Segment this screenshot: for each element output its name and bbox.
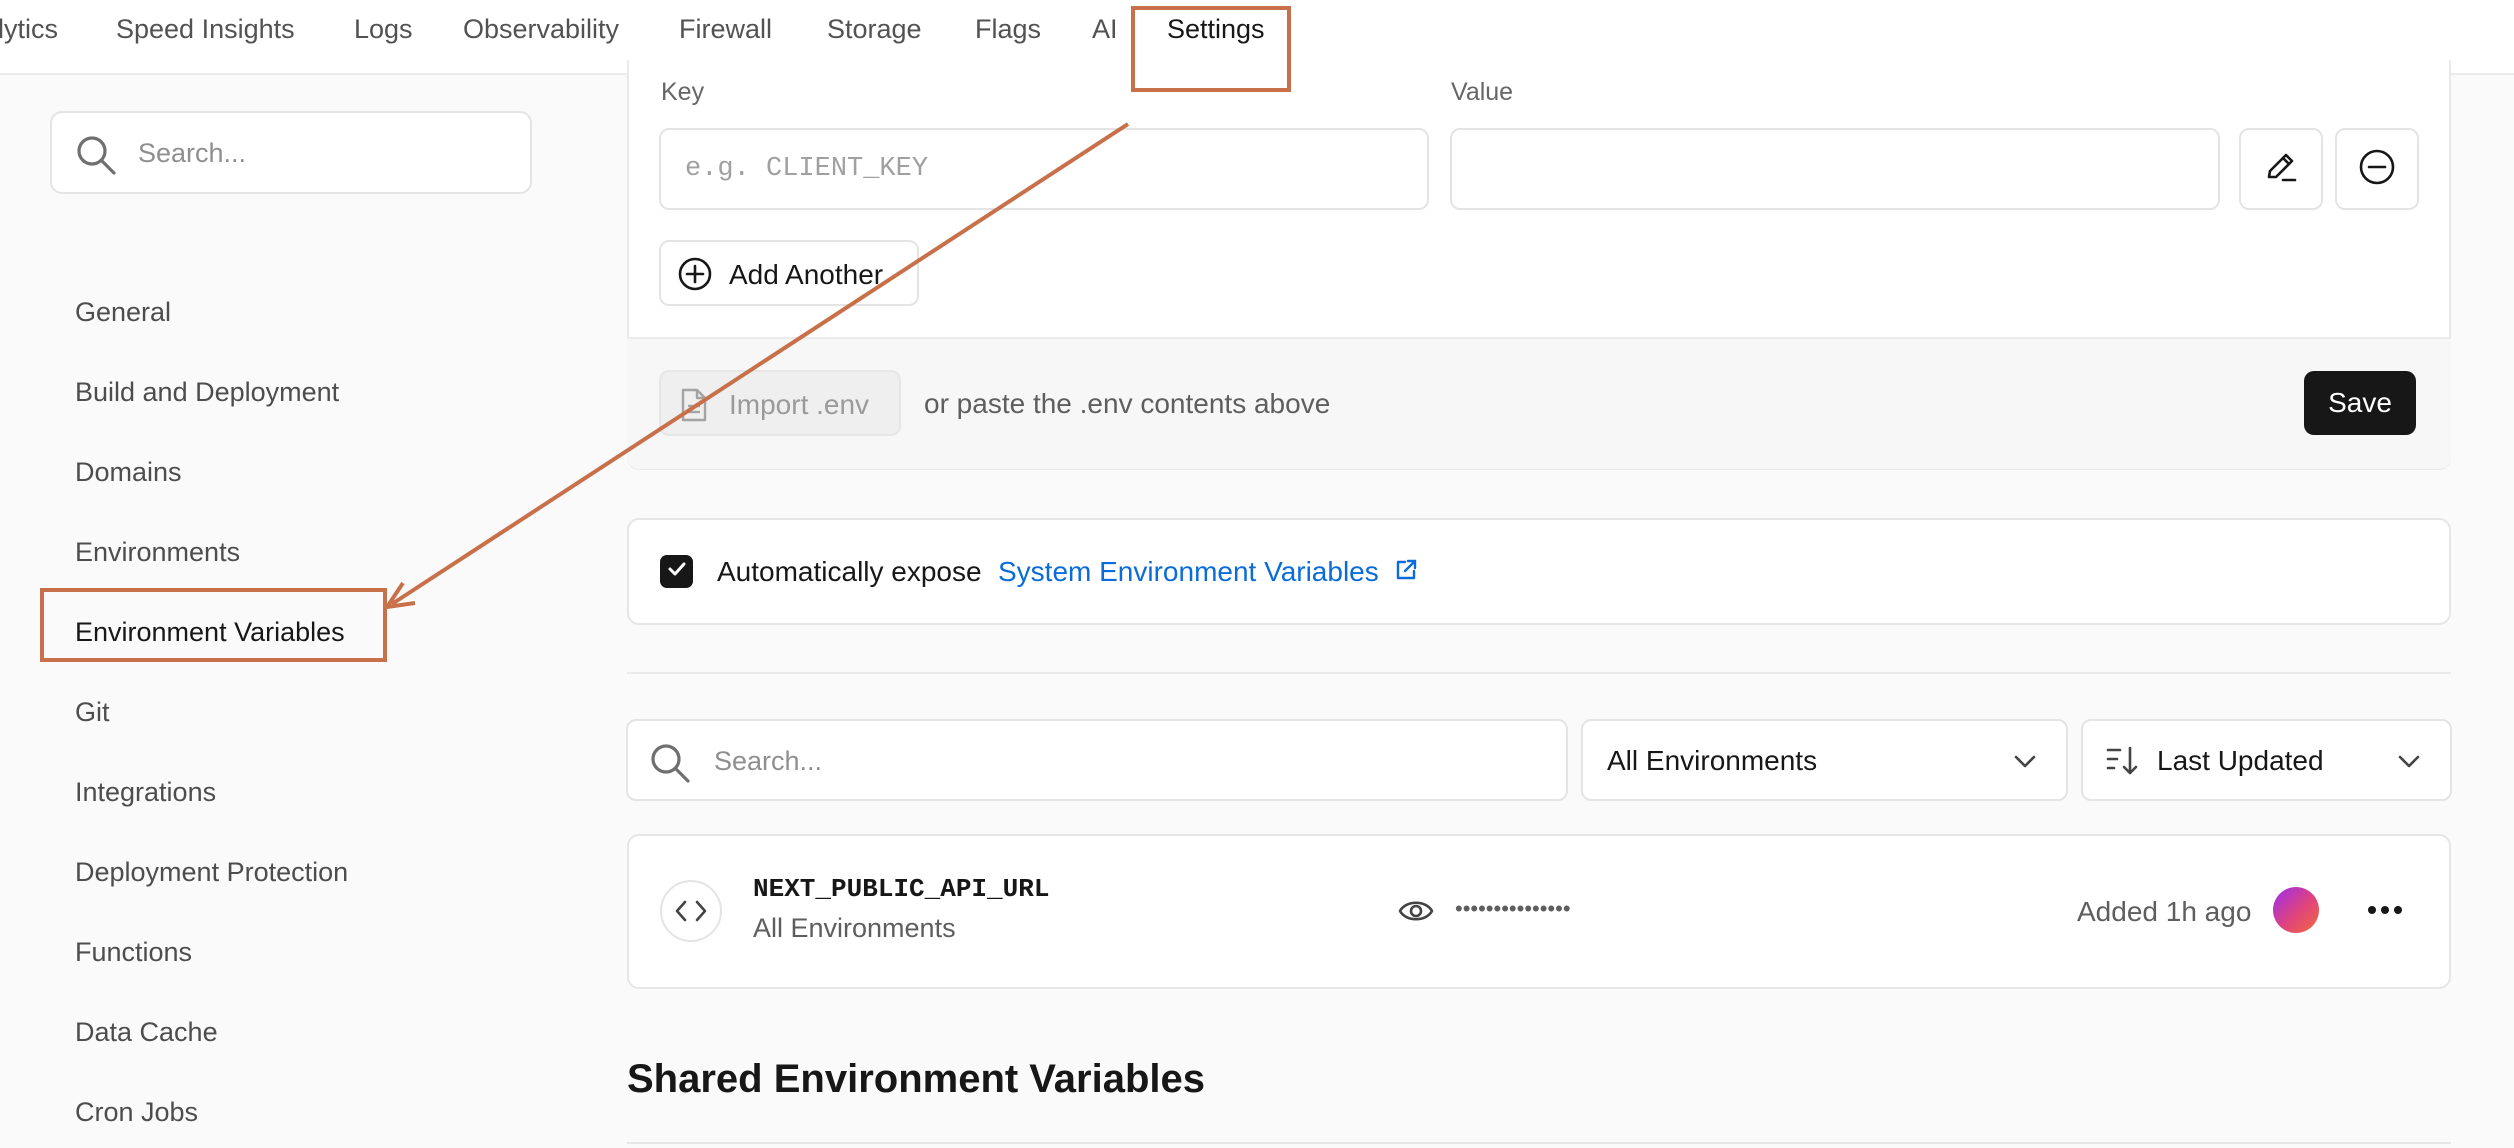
environment-filter-value: All Environments <box>1607 745 1818 776</box>
annotation-arrow-head <box>385 581 416 609</box>
more-horizontal-icon <box>2367 902 2403 920</box>
tab-flags[interactable]: Flags <box>975 14 1041 45</box>
sort-select[interactable]: Last Updated <box>2081 719 2452 801</box>
key-label: Key <box>661 78 705 106</box>
shared-env-vars-heading: Shared Environment Variables <box>627 1057 1205 1101</box>
tab-firewall[interactable]: Firewall <box>679 14 772 45</box>
masked-value: ••••••••••••••• <box>1455 896 1571 921</box>
sidebar-item-data-cache[interactable]: Data Cache <box>75 1017 218 1048</box>
value-field <box>1450 128 2220 210</box>
file-icon <box>677 387 711 428</box>
more-options-button[interactable] <box>2362 888 2408 934</box>
sidebar-item-functions[interactable]: Functions <box>75 937 192 968</box>
check-icon <box>666 558 688 585</box>
external-link-icon[interactable] <box>1394 558 1418 587</box>
add-another-button[interactable]: Add Another <box>659 240 919 306</box>
system-env-vars-link[interactable]: System Environment Variables <box>998 556 1379 588</box>
sidebar-search-input[interactable] <box>138 131 508 175</box>
import-env-button[interactable]: Import .env <box>659 370 901 436</box>
value-label: Value <box>1451 78 1514 106</box>
sidebar-item-environment-variables[interactable]: Environment Variables <box>75 617 345 648</box>
tab-storage[interactable]: Storage <box>827 14 922 45</box>
sidebar-item-deployment-protection[interactable]: Deployment Protection <box>75 857 348 888</box>
variable-name[interactable]: NEXT_PUBLIC_API_URL <box>753 874 1049 904</box>
plus-circle-icon <box>677 256 713 297</box>
code-icon <box>660 880 722 942</box>
sidebar-item-git[interactable]: Git <box>75 697 110 728</box>
remove-button[interactable] <box>2335 128 2419 210</box>
variable-environments: All Environments <box>753 913 956 943</box>
edit-button[interactable] <box>2239 128 2323 210</box>
key-input[interactable] <box>661 130 1427 208</box>
pencil-icon <box>2261 147 2301 192</box>
tab-analytics[interactable]: lytics <box>0 14 58 45</box>
search-icon <box>648 741 692 790</box>
expose-label: Automatically expose <box>717 556 982 587</box>
tab-speed-insights[interactable]: Speed Insights <box>116 14 295 45</box>
sidebar-item-cron-jobs[interactable]: Cron Jobs <box>75 1097 198 1128</box>
variables-search <box>626 719 1568 801</box>
minus-circle-icon <box>2357 147 2397 192</box>
sidebar-search <box>50 111 532 194</box>
added-timestamp: Added 1h ago <box>2077 896 2252 927</box>
chevron-down-icon <box>2395 747 2423 780</box>
key-field <box>659 128 1429 210</box>
variables-search-input[interactable] <box>714 739 1544 783</box>
search-icon <box>74 133 118 182</box>
shared-section-card-edge <box>627 1142 2451 1144</box>
sort-icon <box>2105 745 2139 782</box>
save-button[interactable]: Save <box>2304 371 2416 435</box>
sidebar-item-environments[interactable]: Environments <box>75 537 240 568</box>
tab-ai[interactable]: AI <box>1092 14 1118 45</box>
tab-observability[interactable]: Observability <box>463 14 619 45</box>
sidebar-item-integrations[interactable]: Integrations <box>75 777 216 808</box>
expose-checkbox[interactable] <box>660 555 693 588</box>
paste-hint: or paste the .env contents above <box>924 388 1331 419</box>
sidebar-item-build-and-deployment[interactable]: Build and Deployment <box>75 377 339 408</box>
environment-filter-select[interactable]: All Environments <box>1581 719 2068 801</box>
import-env-label: Import .env <box>729 389 870 420</box>
tab-settings[interactable]: Settings <box>1167 14 1265 45</box>
sidebar-item-general[interactable]: General <box>75 297 171 328</box>
chevron-down-icon <box>2011 747 2039 780</box>
sort-value: Last Updated <box>2157 745 2324 776</box>
eye-icon[interactable] <box>1398 896 1434 931</box>
add-another-label: Add Another <box>729 259 884 290</box>
tab-logs[interactable]: Logs <box>354 14 413 45</box>
section-divider <box>627 672 2451 674</box>
sidebar-item-domains[interactable]: Domains <box>75 457 182 488</box>
value-input[interactable] <box>1452 130 2218 208</box>
avatar <box>2273 887 2319 933</box>
